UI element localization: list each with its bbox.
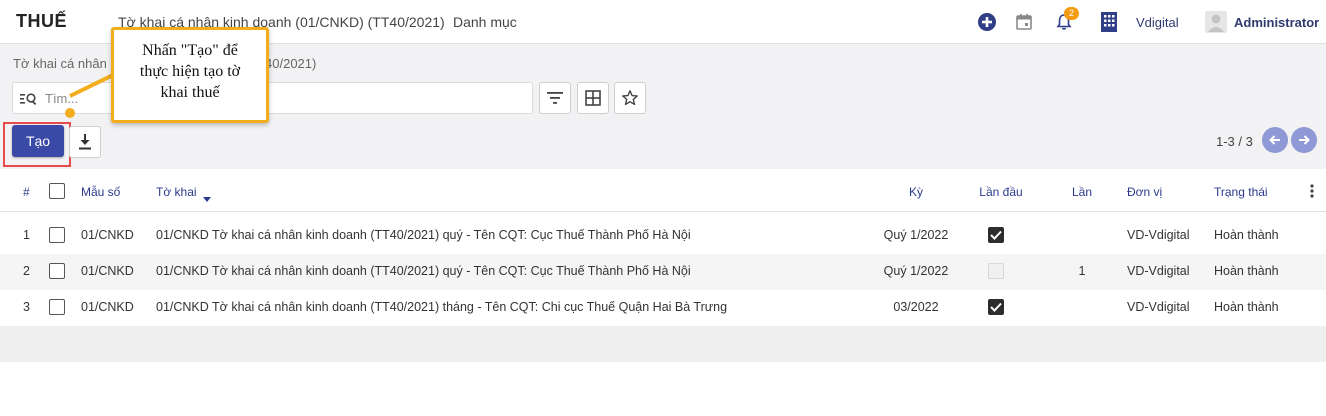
row-unit: VD-Vdigital xyxy=(1127,228,1190,242)
download-icon xyxy=(79,134,91,150)
row-unit: VD-Vdigital xyxy=(1127,264,1190,278)
row-period: Quý 1/2022 xyxy=(883,264,949,278)
download-button[interactable] xyxy=(69,126,101,158)
tutorial-callout: Nhấn "Tạo" để thực hiện tạo tờ khai thuế xyxy=(111,27,269,123)
kebab-menu-icon[interactable] xyxy=(1310,184,1318,200)
table-row[interactable]: 3 01/CNKD 01/CNKD Tờ khai cá nhân kinh d… xyxy=(0,290,1326,326)
first-time-checked-icon xyxy=(988,299,1004,315)
select-all-checkbox[interactable] xyxy=(49,183,65,199)
building-icon[interactable] xyxy=(1097,10,1121,34)
company-switcher[interactable]: Vdigital xyxy=(1136,15,1179,30)
row-status: Hoàn thành xyxy=(1214,300,1279,314)
row-select-checkbox[interactable] xyxy=(49,227,65,243)
first-time-unchecked-icon xyxy=(988,263,1004,279)
column-header-first-time[interactable]: Lần đầu xyxy=(979,185,1022,199)
callout-pointer-dot xyxy=(65,108,75,118)
row-period: 03/2022 xyxy=(893,300,939,314)
search-icon xyxy=(20,91,38,107)
row-status: Hoàn thành xyxy=(1214,264,1279,278)
table-row[interactable]: 2 01/CNKD 01/CNKD Tờ khai cá nhân kinh d… xyxy=(0,254,1326,290)
row-index: 1 xyxy=(23,228,30,242)
row-declaration: 01/CNKD Tờ khai cá nhân kinh doanh (TT40… xyxy=(156,228,691,242)
filter-icon xyxy=(547,92,563,104)
filter-button[interactable] xyxy=(539,82,571,114)
column-header-period[interactable]: Kỳ xyxy=(909,185,923,199)
bell-icon[interactable]: 2 xyxy=(1052,7,1079,34)
row-times: 1 xyxy=(1078,264,1086,278)
row-form: 01/CNKD xyxy=(81,300,134,314)
avatar-icon[interactable] xyxy=(1204,10,1228,34)
row-unit: VD-Vdigital xyxy=(1127,300,1190,314)
star-icon xyxy=(622,90,638,106)
user-menu[interactable]: Administrator xyxy=(1234,15,1319,30)
sort-down-icon[interactable] xyxy=(203,190,211,205)
app-brand[interactable]: THUẾ xyxy=(16,11,67,32)
column-header-times[interactable]: Lần xyxy=(1072,185,1092,199)
column-header-index: # xyxy=(23,185,30,199)
table-footer-band xyxy=(0,326,1326,362)
row-select-checkbox[interactable] xyxy=(49,299,65,315)
table-header: # Mẫu số Tờ khai Kỳ Lần đầu Lần Đơn vị T… xyxy=(0,170,1326,212)
group-by-button[interactable] xyxy=(577,82,609,114)
callout-line-2: thực hiện tạo tờ xyxy=(139,63,241,80)
row-select-checkbox[interactable] xyxy=(49,263,65,279)
column-header-declaration[interactable]: Tờ khai xyxy=(156,185,197,199)
row-form: 01/CNKD xyxy=(81,264,134,278)
pager-previous-button[interactable] xyxy=(1262,127,1288,153)
row-index: 2 xyxy=(23,264,30,278)
row-period: Quý 1/2022 xyxy=(883,228,949,242)
favorites-button[interactable] xyxy=(614,82,646,114)
arrow-left-icon xyxy=(1269,135,1280,145)
grid-icon xyxy=(585,90,601,106)
plus-circle-icon[interactable] xyxy=(975,10,999,34)
nav-menu-catalog[interactable]: Danh mục xyxy=(453,14,517,30)
column-header-unit[interactable]: Đơn vị xyxy=(1127,185,1162,199)
notification-badge: 2 xyxy=(1064,7,1079,20)
row-status: Hoàn thành xyxy=(1214,228,1279,242)
row-index: 3 xyxy=(23,300,30,314)
create-button[interactable]: Tạo xyxy=(12,125,64,157)
table-row[interactable]: 1 01/CNKD 01/CNKD Tờ khai cá nhân kinh d… xyxy=(0,218,1326,254)
callout-line-3: khai thuế xyxy=(160,84,220,101)
arrow-right-icon xyxy=(1299,135,1310,145)
callout-line-1: Nhấn "Tạo" để xyxy=(142,42,238,59)
calendar-icon[interactable] xyxy=(1012,10,1036,34)
column-header-form[interactable]: Mẫu số xyxy=(81,185,120,199)
row-form: 01/CNKD xyxy=(81,228,134,242)
row-declaration: 01/CNKD Tờ khai cá nhân kinh doanh (TT40… xyxy=(156,300,728,314)
first-time-checked-icon xyxy=(988,227,1004,243)
column-header-status[interactable]: Trạng thái xyxy=(1214,185,1268,199)
row-declaration: 01/CNKD Tờ khai cá nhân kinh doanh (TT40… xyxy=(156,264,691,278)
pager-next-button[interactable] xyxy=(1291,127,1317,153)
pager-value[interactable]: 1-3 / 3 xyxy=(1216,134,1253,149)
